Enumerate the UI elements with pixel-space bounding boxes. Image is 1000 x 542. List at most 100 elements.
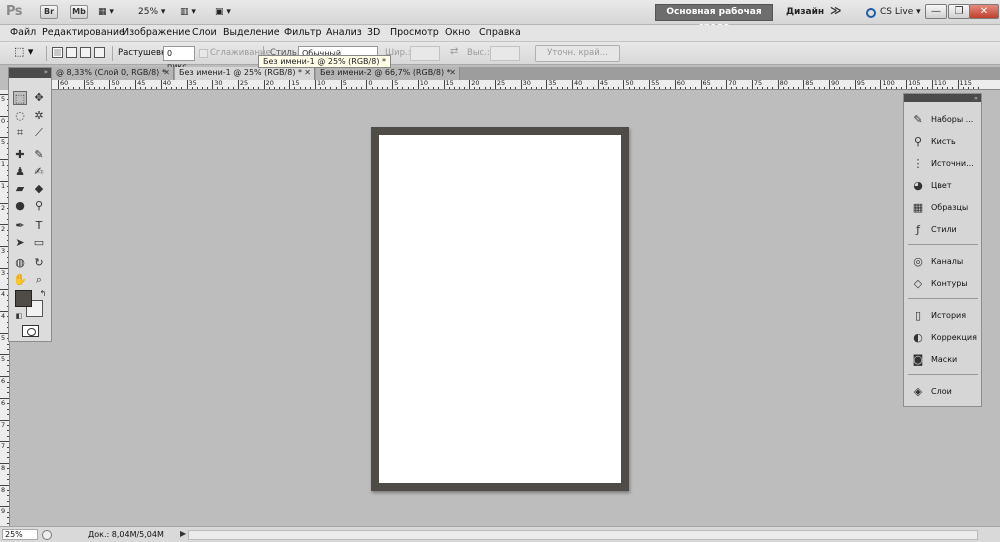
new-selection-icon[interactable] <box>52 47 63 58</box>
refine-edge-button[interactable]: Уточн. край... <box>535 45 620 62</box>
status-info-icon[interactable] <box>42 530 52 540</box>
menu-3d[interactable]: 3D <box>367 27 380 39</box>
healing-brush-tool-icon[interactable]: ✚ <box>13 148 27 162</box>
menu-file[interactable]: Файл <box>10 27 36 39</box>
panel-button-history[interactable]: ▯ История <box>904 305 981 327</box>
panel-button-paths[interactable]: ◇ Контуры <box>904 273 981 295</box>
swap-icon[interactable]: ⇄ <box>450 46 458 57</box>
dodge-tool-icon[interactable]: ⚲ <box>32 199 46 213</box>
view-extras-dropdown[interactable]: ▦ ▾ <box>98 5 114 19</box>
feather-input[interactable]: 0 пикс. <box>163 46 195 71</box>
crop-tool-icon[interactable]: ⌗ <box>13 126 27 140</box>
menu-filter[interactable]: Фильтр <box>284 27 322 39</box>
swap-colors-icon[interactable]: ↰ <box>36 287 50 301</box>
panel-button-swatches[interactable]: ▦ Образцы <box>904 197 981 219</box>
menu-select[interactable]: Выделение <box>223 27 280 39</box>
3d-orbit-tool-icon[interactable]: ↻ <box>32 256 46 270</box>
restore-button[interactable]: ❐ <box>948 4 970 19</box>
height-input[interactable] <box>490 46 520 61</box>
arrange-documents-dropdown[interactable]: ▥ ▾ <box>180 5 196 19</box>
workspace-design-button[interactable]: Дизайн <box>786 5 824 20</box>
screen-mode-dropdown[interactable]: ▣ ▾ <box>215 5 231 19</box>
panel-button-styles[interactable]: ƒ Стили <box>904 219 981 241</box>
zoom-tool-icon[interactable]: ⌕ <box>32 273 46 287</box>
path-selection-tool-icon[interactable]: ➤ <box>13 236 27 250</box>
menu-window[interactable]: Окно <box>445 27 470 39</box>
subtract-from-selection-icon[interactable] <box>80 47 91 58</box>
pen-tool-icon[interactable]: ✒ <box>13 219 27 233</box>
intersect-selection-icon[interactable] <box>94 47 105 58</box>
cs-live-button[interactable]: CS Live ▾ <box>880 5 921 20</box>
menu-layers[interactable]: Слои <box>192 27 217 39</box>
history-brush-tool-icon[interactable]: ✍ <box>32 165 46 179</box>
ruler-major-tick <box>520 80 522 89</box>
document-canvas[interactable] <box>379 135 621 483</box>
menu-analysis[interactable]: Анализ <box>326 27 362 39</box>
hand-tool-icon[interactable]: ✋ <box>13 273 27 287</box>
add-to-selection-icon[interactable] <box>66 47 77 58</box>
ruler-number: 60 <box>60 80 69 87</box>
panel-dock-header[interactable]: » <box>904 94 981 102</box>
tools-panel-header[interactable]: » <box>9 68 51 78</box>
panel-button-brush[interactable]: ⚲ Кисть <box>904 131 981 153</box>
menu-image[interactable]: Изображение <box>122 27 190 39</box>
menu-view[interactable]: Просмотр <box>390 27 439 39</box>
foreground-color-swatch[interactable] <box>15 290 32 307</box>
ruler-minor-tick <box>556 87 558 89</box>
ruler-major-tick <box>880 80 882 89</box>
move-tool-icon[interactable]: ✥ <box>32 91 46 105</box>
status-menu-arrow-icon[interactable]: ▶ <box>180 529 186 538</box>
marquee-tool-preset-icon[interactable]: ⬚ ▾ <box>14 46 33 57</box>
magic-wand-tool-icon[interactable]: ✲ <box>32 109 46 123</box>
zoom-level-dropdown[interactable]: 25% ▾ <box>138 5 165 19</box>
panel-button-brush-presets[interactable]: ✎ Наборы ... <box>904 109 981 131</box>
minimize-button[interactable]: — <box>925 4 947 19</box>
ruler-minor-tick <box>7 522 9 524</box>
panel-button-color[interactable]: ◕ Цвет <box>904 175 981 197</box>
workspace-essentials-button[interactable]: Основная рабочая среда <box>655 4 773 32</box>
clone-stamp-tool-icon[interactable]: ♟ <box>13 165 27 179</box>
3d-rotate-tool-icon[interactable]: ◍ <box>13 256 27 270</box>
cs-live-label: CS Live <box>880 7 914 17</box>
ruler-minor-tick <box>484 87 486 89</box>
panel-button-adjustments[interactable]: ◐ Коррекция <box>904 327 981 349</box>
eraser-tool-icon[interactable]: ▰ <box>13 182 27 196</box>
panel-button-layers[interactable]: ◈ Слои <box>904 381 981 403</box>
rectangle-tool-icon[interactable]: ▭ <box>32 236 46 250</box>
bridge-button[interactable]: Br <box>40 5 58 19</box>
menu-edit[interactable]: Редактирование <box>42 27 125 39</box>
lasso-tool-icon[interactable]: ◌ <box>13 109 27 123</box>
marquee-tool-icon[interactable]: ⬚ <box>13 91 27 105</box>
width-input[interactable] <box>410 46 440 61</box>
type-tool-icon[interactable]: T <box>32 219 46 233</box>
horizontal-scrollbar[interactable] <box>188 530 978 540</box>
menu-help[interactable]: Справка <box>479 27 521 39</box>
eyedropper-tool-icon[interactable]: ⟋ <box>32 126 46 140</box>
tab-close-icon[interactable]: ✕ <box>449 67 456 79</box>
panel-button-masks[interactable]: ◙ Маски <box>904 349 981 371</box>
default-colors-icon[interactable]: ◧ <box>12 309 26 323</box>
tab-close-icon[interactable]: ✕ <box>163 67 170 79</box>
status-zoom-input[interactable]: 25% <box>2 529 38 540</box>
mini-bridge-button[interactable]: Mb <box>70 5 88 19</box>
tab-document-1[interactable]: Без имени-1 @ 25% (RGB/8) * ✕ <box>175 67 315 80</box>
panel-button-clone-source[interactable]: ⋮ Источни... <box>904 153 981 175</box>
brush-tool-icon[interactable]: ✎ <box>32 148 46 162</box>
tab-document-2[interactable]: Без имени-2 @ 66,7% (RGB/8) * ✕ <box>316 67 460 80</box>
quick-mask-icon[interactable] <box>22 325 39 337</box>
panel-button-channels[interactable]: ◎ Каналы <box>904 251 981 273</box>
tab-document-0[interactable]: @ 8,33% (Слой 0, RGB/8) * ✕ <box>52 67 174 80</box>
ruler-minor-tick <box>325 87 327 89</box>
antialias-checkbox[interactable] <box>199 49 208 58</box>
horizontal-ruler[interactable]: 60 55 50 45 40 35 30 25 20 15 10 5 0 5 10 15 20 25 30 35 40 4… <box>52 80 1000 90</box>
ruler-minor-tick <box>428 87 430 89</box>
ruler-number: 60 <box>676 80 686 87</box>
close-button[interactable]: ✕ <box>969 4 999 19</box>
blur-tool-icon[interactable]: ● <box>13 199 27 213</box>
workspace-more-icon[interactable]: ≫ <box>830 4 842 17</box>
ruler-minor-tick <box>793 87 795 89</box>
paint-bucket-tool-icon[interactable]: ◆ <box>32 182 46 196</box>
ruler-minor-tick <box>7 446 9 448</box>
tab-close-icon[interactable]: ✕ <box>304 67 311 79</box>
ruler-minor-tick <box>7 370 9 372</box>
